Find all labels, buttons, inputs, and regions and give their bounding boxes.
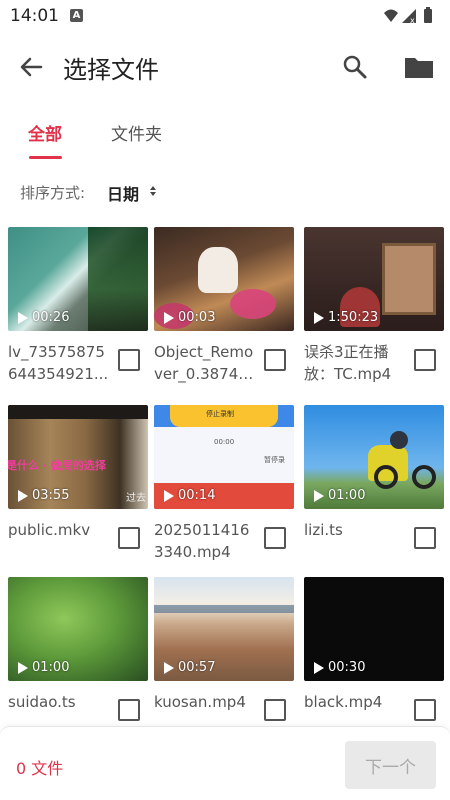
duration-badge: 00:03 bbox=[164, 310, 215, 325]
file-item[interactable]: 是什么 · 做局的选择 过去 03:55 public.mkv bbox=[8, 405, 150, 565]
video-thumbnail[interactable]: 00:30 bbox=[304, 577, 444, 681]
duration-badge: 1:50:23 bbox=[314, 310, 378, 325]
file-item[interactable]: 1:50:23 误杀3正在播 放：TC.mp4 bbox=[304, 227, 446, 387]
play-icon bbox=[18, 311, 28, 324]
duration-badge: 00:26 bbox=[18, 310, 69, 325]
file-name: lv_73575875 644354921... bbox=[8, 343, 109, 383]
file-item[interactable]: 00:57 kuosan.mp4 bbox=[154, 577, 296, 737]
thumbnail-app-text: 00:00 bbox=[214, 438, 235, 446]
wifi-icon bbox=[384, 9, 398, 22]
file-item[interactable]: 00:03 Object_Remo ver_0.38741... bbox=[154, 227, 296, 387]
video-thumbnail[interactable]: 01:00 bbox=[304, 405, 444, 509]
next-button[interactable]: 下一个 bbox=[345, 741, 436, 789]
search-icon[interactable] bbox=[340, 52, 370, 82]
file-name: lizi.ts bbox=[304, 521, 343, 539]
status-bar: 14:01 A x bbox=[0, 0, 450, 32]
play-icon bbox=[18, 489, 28, 502]
select-checkbox[interactable] bbox=[118, 527, 140, 549]
file-item[interactable]: 停止录制 00:00 暂停录 00:14 2025011416 3340.mp4 bbox=[154, 405, 296, 565]
file-name: black.mp4 bbox=[304, 693, 383, 711]
video-thumbnail[interactable]: 1:50:23 bbox=[304, 227, 444, 331]
duration-badge: 00:30 bbox=[314, 660, 365, 675]
video-thumbnail[interactable]: 停止录制 00:00 暂停录 00:14 bbox=[154, 405, 294, 509]
file-item[interactable]: 01:00 suidao.ts bbox=[8, 577, 150, 737]
page-title: 选择文件 bbox=[63, 56, 159, 84]
file-name: public.mkv bbox=[8, 521, 91, 539]
select-checkbox[interactable] bbox=[118, 349, 140, 371]
duration-badge: 00:57 bbox=[164, 660, 215, 675]
duration-badge: 00:14 bbox=[164, 488, 215, 503]
video-thumbnail[interactable]: 00:03 bbox=[154, 227, 294, 331]
select-checkbox[interactable] bbox=[264, 349, 286, 371]
tab-all[interactable]: 全部 bbox=[28, 120, 62, 145]
file-item[interactable]: 01:00 lizi.ts bbox=[304, 405, 446, 565]
select-checkbox[interactable] bbox=[414, 349, 436, 371]
play-icon bbox=[314, 661, 324, 674]
app-bar: 选择文件 bbox=[0, 36, 450, 96]
play-icon bbox=[164, 311, 174, 324]
file-name: suidao.ts bbox=[8, 693, 76, 711]
video-thumbnail[interactable]: 01:00 bbox=[8, 577, 148, 681]
folder-icon[interactable] bbox=[402, 52, 436, 82]
file-name: kuosan.mp4 bbox=[154, 693, 246, 711]
thumbnail-app-text: 暂停录 bbox=[264, 456, 285, 464]
sort-value[interactable]: 日期 bbox=[107, 181, 139, 205]
file-item[interactable]: 00:30 black.mp4 bbox=[304, 577, 446, 737]
sort-label: 排序方式: bbox=[20, 184, 86, 202]
video-thumbnail[interactable]: 00:26 bbox=[8, 227, 148, 331]
thumbnail-caption: 是什么 · 做局的选择 bbox=[8, 459, 106, 472]
tab-bar: 全部 文件夹 bbox=[0, 112, 450, 162]
duration-badge: 01:00 bbox=[314, 488, 365, 503]
select-checkbox[interactable] bbox=[414, 527, 436, 549]
select-checkbox[interactable] bbox=[118, 699, 140, 721]
select-checkbox[interactable] bbox=[414, 699, 436, 721]
file-name: 误杀3正在播 放：TC.mp4 bbox=[304, 343, 392, 383]
thumbnail-app-text: 停止录制 bbox=[206, 410, 234, 418]
play-icon bbox=[164, 489, 174, 502]
play-icon bbox=[314, 311, 324, 324]
svg-text:x: x bbox=[410, 16, 415, 25]
battery-icon bbox=[424, 9, 432, 23]
bottom-action-bar: 0 文件 下一个 bbox=[0, 726, 450, 800]
back-arrow-icon[interactable] bbox=[16, 52, 46, 82]
tab-folder[interactable]: 文件夹 bbox=[111, 120, 162, 145]
duration-badge: 01:00 bbox=[18, 660, 69, 675]
selected-count: 0 文件 bbox=[16, 759, 64, 778]
file-name: Object_Remo ver_0.38741... bbox=[154, 343, 258, 383]
video-thumbnail[interactable]: 是什么 · 做局的选择 过去 03:55 bbox=[8, 405, 148, 509]
notification-icon: A bbox=[70, 9, 83, 22]
file-item[interactable]: 00:26 lv_73575875 644354921... bbox=[8, 227, 150, 387]
play-icon bbox=[18, 661, 28, 674]
file-name: 2025011416 3340.mp4 bbox=[154, 521, 250, 561]
status-time: 14:01 bbox=[10, 6, 59, 26]
play-icon bbox=[164, 661, 174, 674]
active-tab-indicator bbox=[29, 156, 62, 159]
duration-badge: 03:55 bbox=[18, 488, 69, 503]
thumbnail-caption: 过去 bbox=[126, 493, 146, 504]
select-checkbox[interactable] bbox=[264, 699, 286, 721]
system-status-icons: x bbox=[384, 7, 432, 25]
sort-toggle-icon[interactable] bbox=[148, 184, 158, 198]
select-checkbox[interactable] bbox=[264, 527, 286, 549]
video-thumbnail[interactable]: 00:57 bbox=[154, 577, 294, 681]
play-icon bbox=[314, 489, 324, 502]
